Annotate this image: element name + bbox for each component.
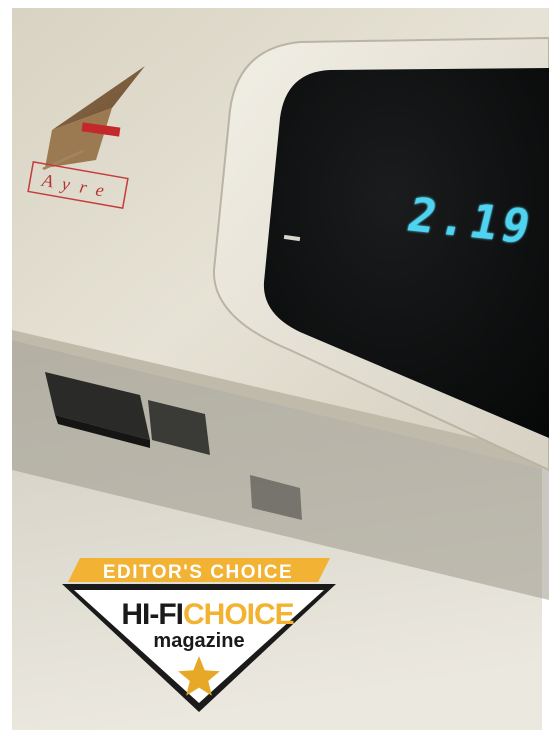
badge-hifi-text: HI-FI xyxy=(121,598,183,631)
badge-magazine-text: magazine xyxy=(153,630,244,652)
badge-choice-text: CHOICE xyxy=(183,598,294,631)
editors-choice-badge: EDITOR'S CHOICE HI-FI CHOICE magazine xyxy=(62,558,336,712)
badge-banner-text: EDITOR'S CHOICE xyxy=(103,562,293,583)
